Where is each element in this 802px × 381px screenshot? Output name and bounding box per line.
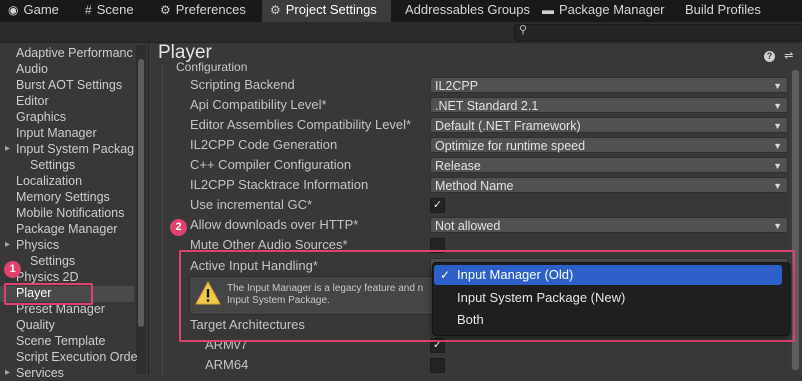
chevron-down-icon: ▼: [773, 221, 782, 231]
dropdown-editor-assemblies[interactable]: Default (.NET Framework) ▼: [430, 117, 788, 133]
sidebar-item-input-system-settings[interactable]: Settings: [30, 157, 75, 173]
tab-project-settings[interactable]: ⚙ Project Settings: [262, 0, 391, 22]
section-configuration: Configuration: [176, 60, 248, 74]
tab-bar: ◉ Game # Scene ⚙ Preferences ⚙ Project Setti…: [0, 0, 802, 22]
tab-scene[interactable]: # Scene: [85, 0, 134, 22]
label-cpp-compiler-config: C++ Compiler Configuration: [190, 157, 352, 172]
step-badge-1: 1: [4, 261, 21, 278]
tab-preferences[interactable]: ⚙ Preferences: [160, 0, 246, 22]
label-scripting-backend: Scripting Backend: [190, 77, 295, 92]
gamepad-icon: ◉: [8, 3, 19, 17]
dropdown-il2cpp-stacktrace[interactable]: Method Name ▼: [430, 177, 788, 193]
sidebar-item-physics[interactable]: Physics: [5, 237, 59, 253]
tab-build-profiles[interactable]: Build Profiles: [685, 0, 761, 22]
checkmark-icon: ✓: [440, 268, 451, 282]
tab-addressables-groups[interactable]: Addressables Groups: [405, 0, 530, 22]
tab-game[interactable]: ◉ Game: [8, 0, 59, 22]
label-il2cpp-code-generation: IL2CPP Code Generation: [190, 137, 338, 152]
label-arm64: ARM64: [205, 357, 249, 372]
tab-package-manager[interactable]: ▬ Package Manager: [542, 0, 665, 22]
checkbox-arm64[interactable]: [430, 358, 445, 373]
indent-guide: [162, 66, 163, 374]
sidebar-item-scene-template[interactable]: Scene Template: [16, 333, 105, 349]
search-icon: ⚲: [519, 24, 528, 36]
chevron-down-icon: ▼: [773, 81, 782, 91]
settings-search-input[interactable]: ⚲: [514, 24, 802, 41]
package-icon: ▬: [542, 3, 554, 17]
dropdown-allow-http[interactable]: Not allowed ▼: [430, 217, 788, 233]
sidebar-item-script-execution-order[interactable]: Script Execution Orde: [16, 349, 138, 365]
sidebar-item-quality[interactable]: Quality: [16, 317, 55, 333]
chevron-down-icon: ▼: [773, 181, 782, 191]
chevron-down-icon: ▼: [773, 121, 782, 131]
sidebar-item-adaptive-performance[interactable]: Adaptive Performanc: [16, 45, 133, 61]
sidebar-item-editor[interactable]: Editor: [16, 93, 49, 109]
sidebar-item-physics-settings[interactable]: Settings: [30, 253, 75, 269]
grid-icon: #: [85, 3, 92, 17]
sidebar-item-services[interactable]: Services: [5, 365, 64, 381]
sidebar-item-audio[interactable]: Audio: [16, 61, 48, 77]
label-api-compatibility: Api Compatibility Level*: [190, 97, 327, 112]
option-input-system-package-new[interactable]: Input System Package (New): [434, 288, 782, 308]
sidebar-item-package-manager[interactable]: Package Manager: [16, 221, 117, 237]
sidebar-item-input-manager[interactable]: Input Manager: [16, 125, 97, 141]
label-il2cpp-stacktrace: IL2CPP Stacktrace Information: [190, 177, 369, 192]
option-both[interactable]: Both: [434, 310, 782, 330]
chevron-down-icon: ▼: [773, 161, 782, 171]
help-icon[interactable]: ?: [764, 51, 775, 62]
dropdown-cpp-compiler-config[interactable]: Release ▼: [430, 157, 788, 173]
gear-icon: ⚙: [270, 3, 281, 17]
option-input-manager-old[interactable]: ✓ Input Manager (Old): [434, 265, 782, 285]
label-editor-assemblies: Editor Assemblies Compatibility Level*: [190, 117, 412, 132]
sidebar-item-burst-aot[interactable]: Burst AOT Settings: [16, 77, 122, 93]
dropdown-api-compatibility[interactable]: .NET Standard 2.1 ▼: [430, 97, 788, 113]
settings-sliders-icon[interactable]: ⇌: [784, 50, 793, 62]
sidebar-item-memory-settings[interactable]: Memory Settings: [16, 189, 110, 205]
search-row: ⚲: [0, 22, 802, 43]
label-allow-http: Allow downloads over HTTP*: [190, 217, 359, 232]
highlight-player: [4, 283, 93, 305]
label-incremental-gc: Use incremental GC*: [190, 197, 313, 212]
sidebar-item-localization[interactable]: Localization: [16, 173, 82, 189]
sidebar-item-graphics[interactable]: Graphics: [16, 109, 66, 125]
checkbox-incremental-gc[interactable]: ✓: [430, 198, 445, 213]
dropdown-il2cpp-code-generation[interactable]: Optimize for runtime speed ▼: [430, 137, 788, 153]
dropdown-scripting-backend[interactable]: IL2CPP ▼: [430, 77, 788, 93]
chevron-down-icon: ▼: [773, 141, 782, 151]
sidebar-item-mobile-notifications[interactable]: Mobile Notifications: [16, 205, 124, 221]
gear-icon: ⚙: [160, 3, 171, 17]
sidebar-scrollbar-thumb[interactable]: [138, 59, 144, 327]
chevron-down-icon: ▼: [773, 101, 782, 111]
step-badge-2: 2: [170, 219, 187, 236]
sidebar-item-input-system-package[interactable]: Input System Packag: [5, 141, 134, 157]
